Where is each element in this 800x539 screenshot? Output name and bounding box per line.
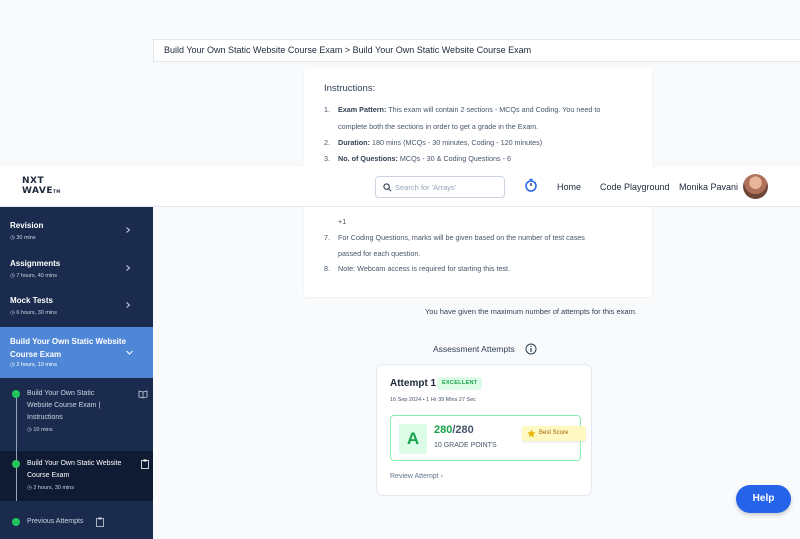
score-box: A 280/280 10 GRADE POINTS Best Score: [390, 415, 586, 461]
instruction-line: 2. Duration: 180 mins (MCQs - 30 minutes,…: [324, 138, 543, 147]
info-icon[interactable]: [525, 343, 537, 355]
clipboard-icon: [96, 517, 104, 527]
review-attempt-link[interactable]: Review Attempt ›: [390, 473, 443, 480]
instructions-title: Instructions:: [324, 83, 376, 94]
sidebar-subitem-exam[interactable]: Build Your Own Static Website Course Exam…: [27, 458, 121, 494]
instruction-line: 8. Note: Webcam access is required for st…: [324, 264, 511, 273]
grade-letter: A: [399, 424, 427, 454]
sidebar: Revision ◷ 30 mins Assignments ◷ 7 hours…: [0, 207, 153, 539]
sidebar-subitem-previous-attempts[interactable]: Previous Attempts: [27, 516, 83, 528]
nav-code-playground-link[interactable]: Code Playground: [600, 182, 670, 192]
book-icon: [138, 390, 148, 399]
grade-points: 10 GRADE POINTS: [434, 442, 497, 449]
stopwatch-icon[interactable]: [524, 178, 538, 192]
help-button[interactable]: Help: [736, 485, 791, 513]
search-placeholder: Search for 'Arrays': [395, 183, 457, 192]
instruction-line: 7. For Coding Questions, marks will be gi…: [324, 233, 585, 242]
instruction-line: 3. No. of Questions: MCQs - 30 & Coding Q…: [324, 154, 511, 163]
max-attempts-notice: You have given the maximum number of att…: [425, 307, 637, 316]
attempt-date: 16 Sep 2024 • 1 Hr 39 Mins 27 Sec: [390, 397, 477, 403]
user-name[interactable]: Monika Pavani: [679, 182, 738, 192]
instruction-line: +1: [338, 217, 347, 226]
nav-home-link[interactable]: Home: [557, 182, 581, 192]
sidebar-item-assignments[interactable]: Assignments ◷ 7 hours, 40 mins: [0, 245, 153, 283]
score-value: 280/280: [434, 424, 474, 436]
breadcrumb: Build Your Own Static Website Course Exa…: [153, 39, 800, 62]
best-score-tag: Best Score: [522, 426, 586, 441]
top-navbar: NXT WAVETM Search for 'Arrays' Home Code…: [0, 167, 800, 207]
star-icon: [527, 429, 536, 438]
attempt-title: Attempt 1: [390, 378, 437, 389]
avatar[interactable]: [743, 174, 768, 199]
chevron-right-icon: [126, 265, 131, 271]
breadcrumb-text[interactable]: Build Your Own Static Website Course Exa…: [164, 45, 531, 55]
sidebar-item-revision[interactable]: Revision ◷ 30 mins: [0, 207, 153, 245]
sidebar-item-course-exam[interactable]: Build Your Own Static Website Course Exam…: [0, 327, 153, 378]
instruction-line: complete both the sections in order to g…: [338, 122, 539, 131]
chevron-right-icon: [126, 302, 131, 308]
check-circle-icon: [12, 460, 20, 468]
search-icon: [383, 183, 392, 192]
sidebar-item-mock-tests[interactable]: Mock Tests ◷ 6 hours, 30 mins: [0, 282, 153, 320]
chevron-down-icon: [126, 350, 133, 355]
nxtwave-logo[interactable]: NXT WAVETM: [22, 176, 61, 197]
chevron-right-icon: [126, 227, 131, 233]
instruction-line: passed for each question.: [338, 249, 421, 258]
assessment-attempts-heading: Assessment Attempts: [433, 344, 515, 354]
check-circle-icon: [12, 518, 20, 526]
instruction-line: 1. Exam Pattern: This exam will contain 2…: [324, 105, 601, 114]
attempt-card: Attempt 1 EXCELLENT 16 Sep 2024 • 1 Hr 3…: [376, 364, 592, 496]
status-badge: EXCELLENT: [437, 377, 483, 390]
clipboard-icon: [141, 459, 149, 469]
search-input[interactable]: Search for 'Arrays': [375, 176, 505, 198]
sidebar-subitem-instructions[interactable]: Build Your Own Static Website Course Exam…: [27, 388, 100, 436]
check-circle-icon: [12, 390, 20, 398]
progress-line: [16, 393, 17, 501]
